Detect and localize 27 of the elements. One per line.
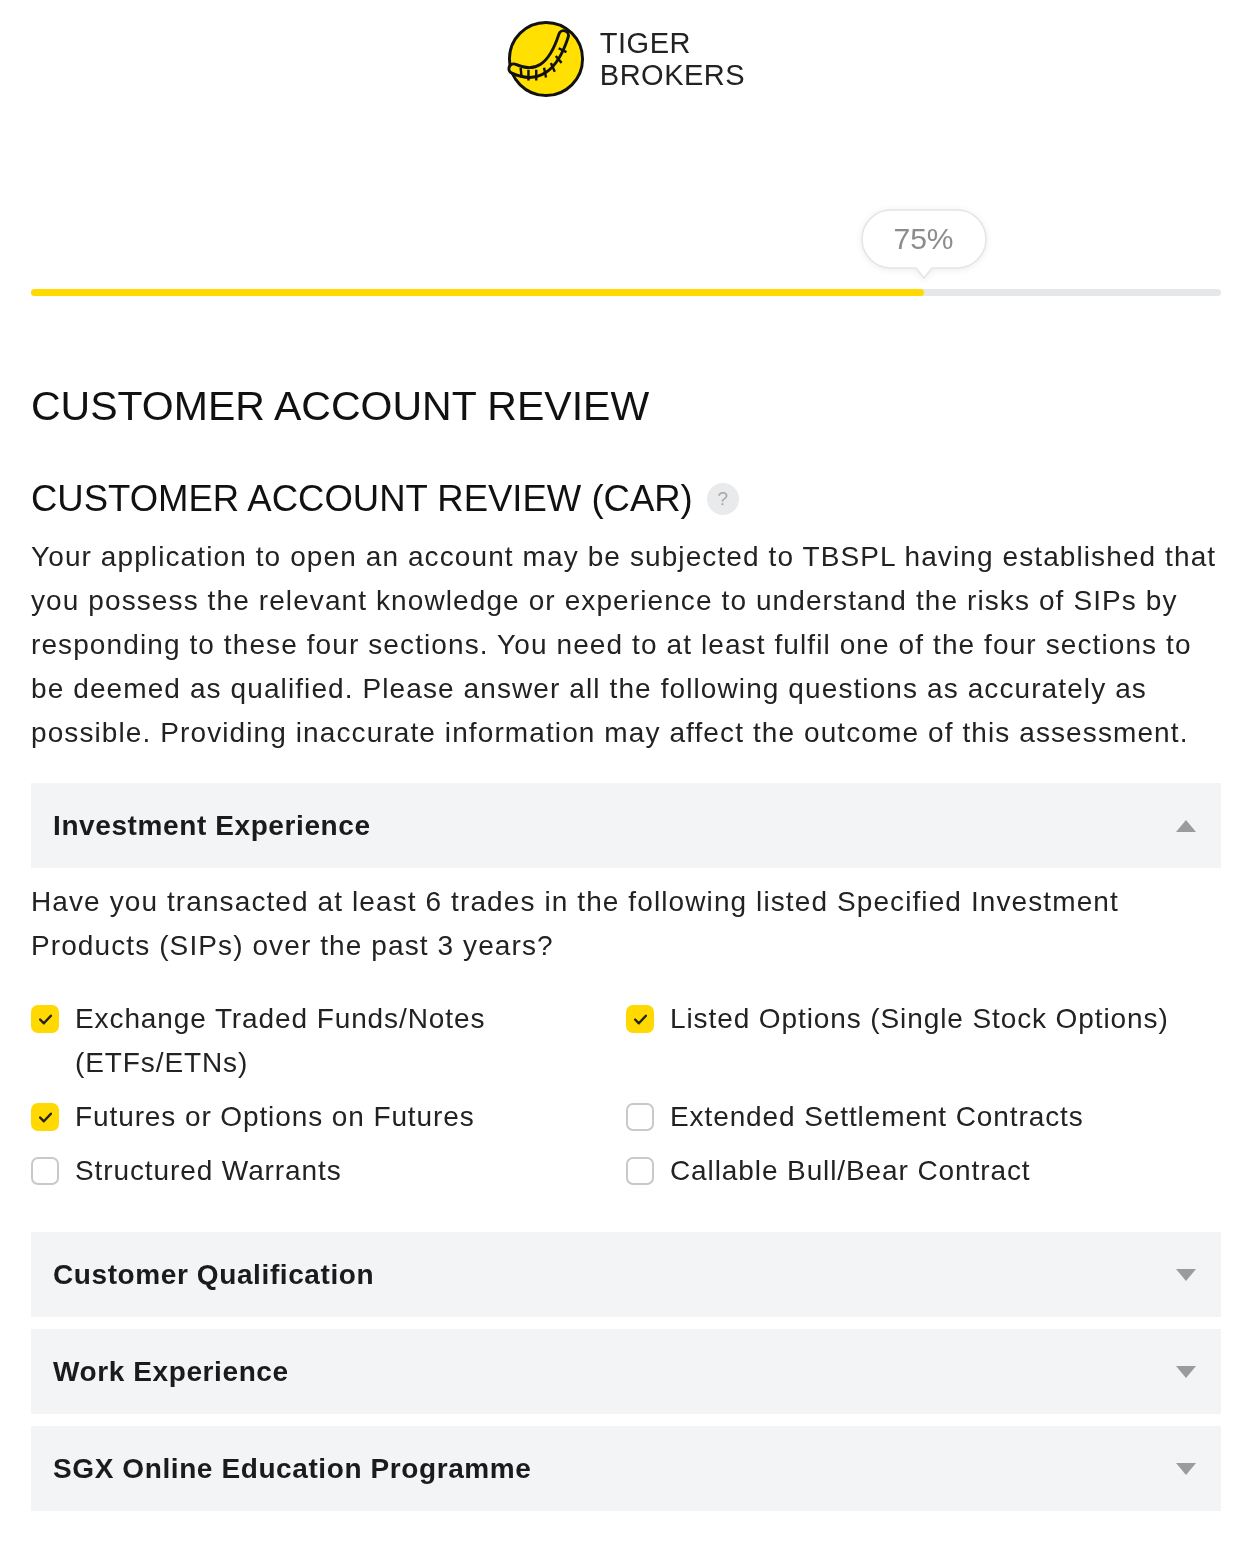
option-label: Exchange Traded Funds/Notes (ETFs/ETNs) [75, 1002, 487, 1080]
option-label: Structured Warrants [75, 1154, 342, 1188]
section-title: CUSTOMER ACCOUNT REVIEW (CAR) [31, 477, 693, 521]
check-icon [633, 1013, 647, 1025]
intro-paragraph: Your application to open an account may be subjected to TBSPL having established that you possess the relevant knowledge or experience to understand the risks of SIPs by responding to these four sections. You need to at least fulfil one of the four sections to be deemed as qualified. Please answer all the following questions as accurately as possible. Providing inaccurate information may affect the outcome of this assessment. [31, 540, 1218, 750]
option-label: Extended Settlement Contracts [670, 1100, 1084, 1134]
checkbox[interactable] [626, 1157, 654, 1185]
check-icon [38, 1111, 52, 1123]
checkbox[interactable] [626, 1103, 654, 1131]
option-label: Futures or Options on Futures [75, 1100, 475, 1134]
accordion-header[interactable]: SGX Online Education Programme [31, 1426, 1221, 1511]
logo-icon [506, 20, 585, 98]
option-label: Listed Options (Single Stock Options) [670, 1002, 1169, 1036]
question-text: Have you transacted at least 6 trades in the following listed Specified Investment Products (SIPs) over the past 3 years? [31, 885, 1120, 963]
checkbox[interactable] [31, 1157, 59, 1185]
checkbox[interactable] [31, 1103, 59, 1131]
progress-tooltip: 75% [860, 209, 987, 279]
accordion-header[interactable]: Customer Qualification [31, 1232, 1221, 1317]
checkbox[interactable] [626, 1005, 654, 1033]
page-title: CUSTOMER ACCOUNT REVIEW [31, 382, 651, 431]
check-icon [38, 1013, 52, 1025]
brand-name: TIGER [599, 27, 692, 59]
option-label: Callable Bull/Bear Contract [670, 1154, 1031, 1188]
accordion-header[interactable]: Investment Experience [31, 783, 1221, 868]
checkbox[interactable] [31, 1005, 59, 1033]
accordion-header[interactable]: Work Experience [31, 1329, 1221, 1414]
brand-name: BROKERS [599, 59, 746, 91]
